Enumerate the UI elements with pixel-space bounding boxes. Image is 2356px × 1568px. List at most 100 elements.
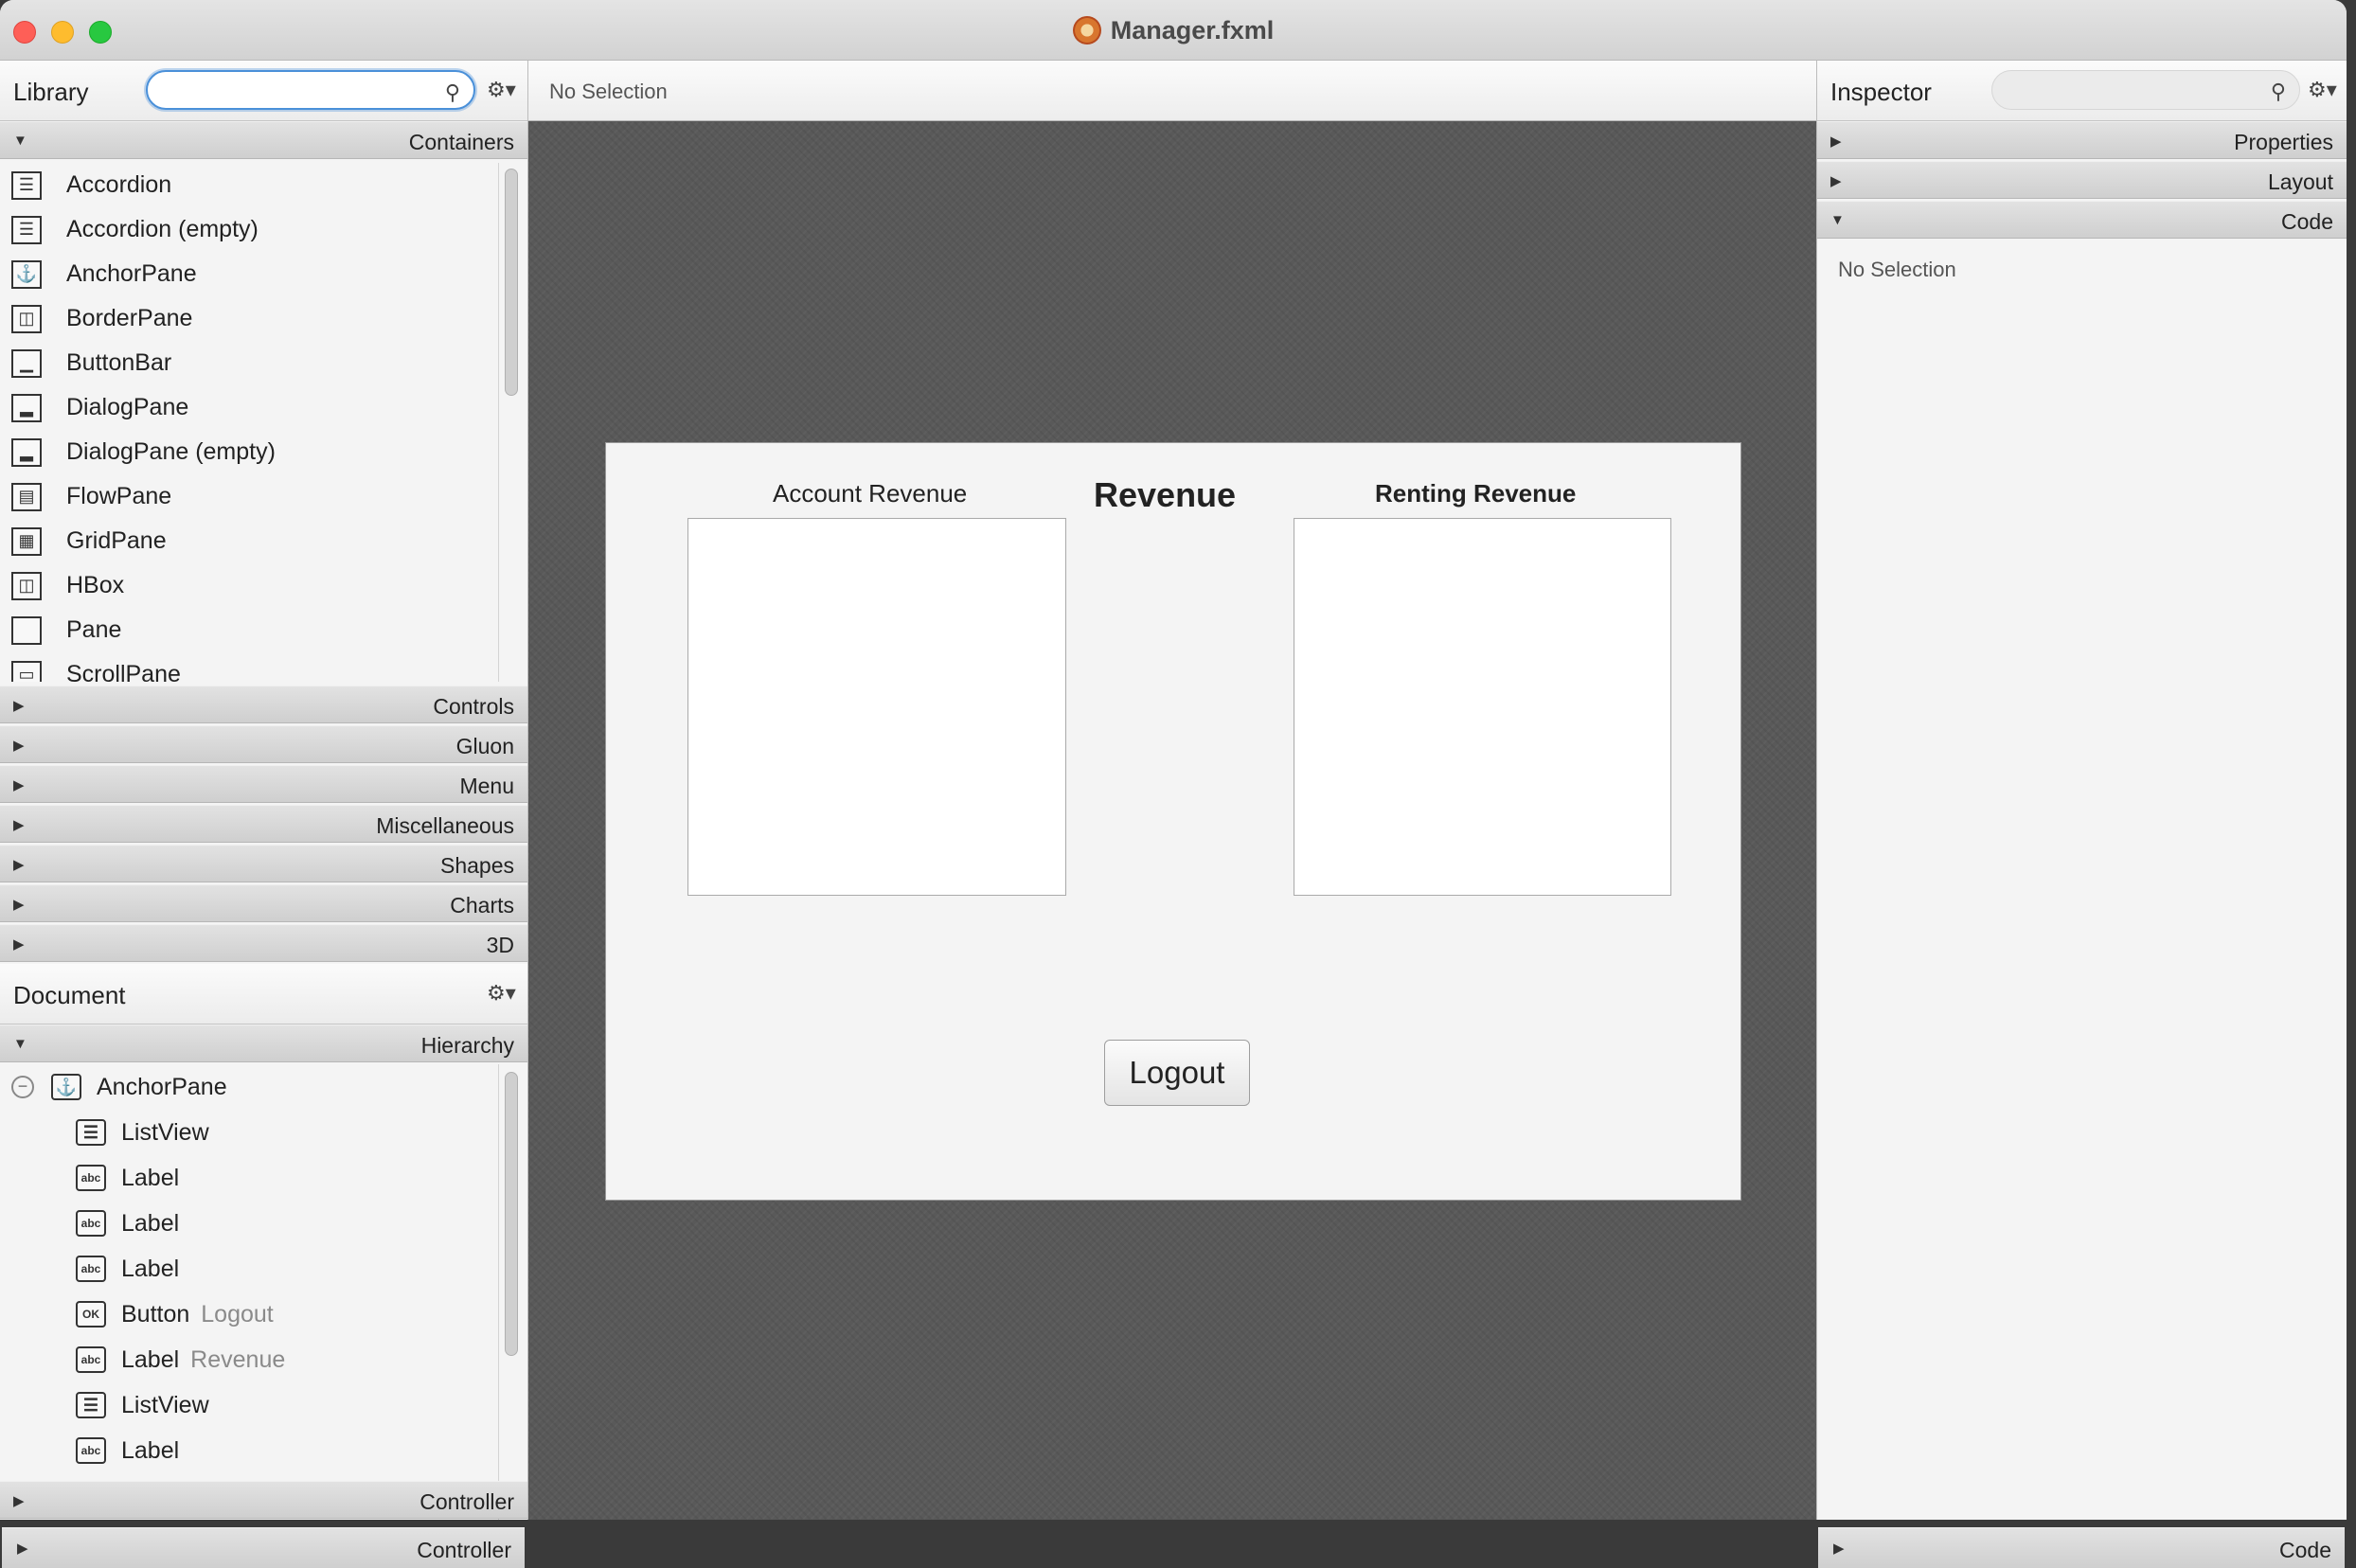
library-item-label: ButtonBar [66, 349, 172, 376]
background-code-label: Code [2279, 1538, 2331, 1562]
library-item[interactable]: ▭ ScrollPane [0, 652, 498, 682]
library-search-input[interactable]: ⚲ [146, 70, 475, 110]
section-code-label: Code [2281, 209, 2333, 234]
hierarchy-scrollbar[interactable] [505, 1072, 518, 1356]
library-item-label: DialogPane (empty) [66, 438, 276, 465]
section-3d[interactable]: ▶ 3D [0, 924, 527, 962]
tree-row-label: Button [121, 1300, 190, 1327]
tree-row-sublabel: Revenue [190, 1345, 286, 1373]
inspector-search-input[interactable]: ⚲ [1991, 70, 2300, 110]
inspector-header: Inspector ⚲ ⚙▾ [1817, 61, 2347, 121]
library-item[interactable]: Pane [0, 608, 498, 652]
library-item[interactable]: ◫ BorderPane [0, 296, 498, 341]
library-item[interactable]: ☰ Accordion [0, 163, 498, 207]
section-charts[interactable]: ▶ Charts [0, 884, 527, 922]
library-item[interactable]: ▁ ButtonBar [0, 341, 498, 385]
library-item-label: Accordion (empty) [66, 216, 259, 242]
section-misc[interactable]: ▶ Miscellaneous [0, 805, 527, 843]
section-shapes[interactable]: ▶ Shapes [0, 845, 527, 882]
disclosure-right-icon: ▶ [13, 777, 25, 793]
title-bar: Manager.fxml [0, 0, 2347, 61]
section-properties[interactable]: ▶ Properties [1817, 121, 2347, 159]
tree-row[interactable]: abc Label [0, 1428, 498, 1473]
title-wrap: Manager.fxml [0, 0, 2347, 61]
document-header: Document ⚙▾ [0, 964, 527, 1025]
library-item[interactable]: ⚓ AnchorPane [0, 252, 498, 296]
disclosure-down-icon: ▼ [13, 1036, 27, 1052]
anchor-icon: ⚓ [11, 259, 42, 289]
library-list: ☰ Accordion ☰ Accordion (empty) ⚓ AnchorPan… [0, 163, 498, 682]
listview-icon: ☰ [76, 1119, 106, 1146]
section-menu-label: Menu [459, 774, 514, 798]
left-panel: Library ⚲ ⚙▾ ▼ Containers ☰ Accordion ☰ Ac… [0, 61, 528, 1520]
library-item[interactable]: ◫ HBox [0, 563, 498, 608]
document-gear-icon[interactable]: ⚙▾ [487, 981, 516, 1006]
library-item[interactable]: ▂ DialogPane [0, 385, 498, 430]
tree-row-label: ListView [121, 1391, 209, 1418]
inspector-no-selection: No Selection [1838, 258, 1956, 281]
background-code-section[interactable]: ▶ Code [1818, 1527, 2345, 1568]
library-item[interactable]: ▂ DialogPane (empty) [0, 430, 498, 474]
section-controller[interactable]: ▶ Controller [0, 1481, 527, 1519]
tree-row[interactable]: abc Label [0, 1155, 498, 1201]
renting-revenue-listview[interactable] [1294, 518, 1671, 896]
disclosure-down-icon: ▼ [1830, 212, 1845, 228]
tree-row[interactable]: abc Label [0, 1201, 498, 1246]
section-shapes-label: Shapes [439, 853, 514, 878]
section-hierarchy[interactable]: ▼ Hierarchy [0, 1025, 527, 1062]
tree-row[interactable]: ☰ ListView [0, 1110, 498, 1155]
logout-button[interactable]: Logout [1104, 1040, 1250, 1106]
section-properties-label: Properties [2234, 130, 2333, 154]
section-charts-label: Charts [450, 893, 514, 918]
design-canvas[interactable]: Account Revenue Revenue Renting Revenue … [605, 442, 1741, 1201]
library-scrollbar[interactable] [505, 169, 518, 396]
accordion-icon: ☰ [11, 215, 42, 244]
library-item[interactable]: ☰ Accordion (empty) [0, 207, 498, 252]
account-revenue-listview[interactable] [687, 518, 1066, 896]
collapse-icon[interactable]: − [11, 1076, 34, 1098]
disclosure-right-icon: ▶ [1830, 134, 1842, 150]
tree-row[interactable]: abc Label Revenue [0, 1337, 498, 1382]
library-item-label: Accordion [66, 171, 172, 198]
section-controls-label: Controls [433, 694, 514, 719]
section-code[interactable]: ▼ Code [1817, 201, 2347, 239]
background-window-strip: ▶ Controller ▶ Code [0, 1520, 2356, 1568]
borderpane-icon: ◫ [11, 304, 42, 333]
account-revenue-label[interactable]: Account Revenue [773, 479, 967, 508]
disclosure-right-icon: ▶ [13, 1493, 25, 1509]
tree-row-label: Label [121, 1255, 180, 1282]
buttonbar-icon: ▁ [11, 348, 42, 378]
search-icon: ⚲ [2270, 80, 2286, 103]
section-controls[interactable]: ▶ Controls [0, 686, 527, 723]
button-icon: OK [76, 1301, 106, 1327]
tree-row[interactable]: abc Label [0, 1246, 498, 1292]
library-gear-icon[interactable]: ⚙▾ [487, 78, 516, 102]
label-icon: abc [76, 1256, 106, 1282]
disclosure-right-icon: ▶ [1833, 1541, 1845, 1557]
section-gluon[interactable]: ▶ Gluon [0, 725, 527, 763]
inspector-gear-icon[interactable]: ⚙▾ [2308, 78, 2337, 102]
renting-revenue-label[interactable]: Renting Revenue [1375, 479, 1576, 508]
background-controller-label: Controller [417, 1538, 511, 1562]
section-hierarchy-label: Hierarchy [420, 1033, 514, 1058]
library-item[interactable]: ▦ GridPane [0, 519, 498, 563]
inspector-title: Inspector [1830, 78, 1932, 106]
selection-bar: No Selection [528, 61, 1816, 121]
tree-row[interactable]: OK Button Logout [0, 1292, 498, 1337]
background-controller-section[interactable]: ▶ Controller [2, 1527, 525, 1568]
library-header: Library ⚲ ⚙▾ [0, 61, 527, 121]
section-layout[interactable]: ▶ Layout [1817, 161, 2347, 199]
library-item-label: BorderPane [66, 305, 193, 331]
section-menu[interactable]: ▶ Menu [0, 765, 527, 803]
selection-status: No Selection [549, 80, 668, 103]
dialogpane-icon: ▂ [11, 437, 42, 467]
tree-row-label: Label [121, 1209, 180, 1237]
revenue-title-label[interactable]: Revenue [1094, 475, 1236, 515]
section-3d-label: 3D [486, 933, 514, 957]
listview-icon: ☰ [76, 1392, 106, 1418]
tree-row[interactable]: ☰ ListView [0, 1382, 498, 1428]
section-containers[interactable]: ▼ Containers [0, 121, 527, 159]
tree-row[interactable]: − ⚓ AnchorPane [0, 1064, 498, 1110]
library-item[interactable]: ▤ FlowPane [0, 474, 498, 519]
label-icon: abc [76, 1165, 106, 1191]
